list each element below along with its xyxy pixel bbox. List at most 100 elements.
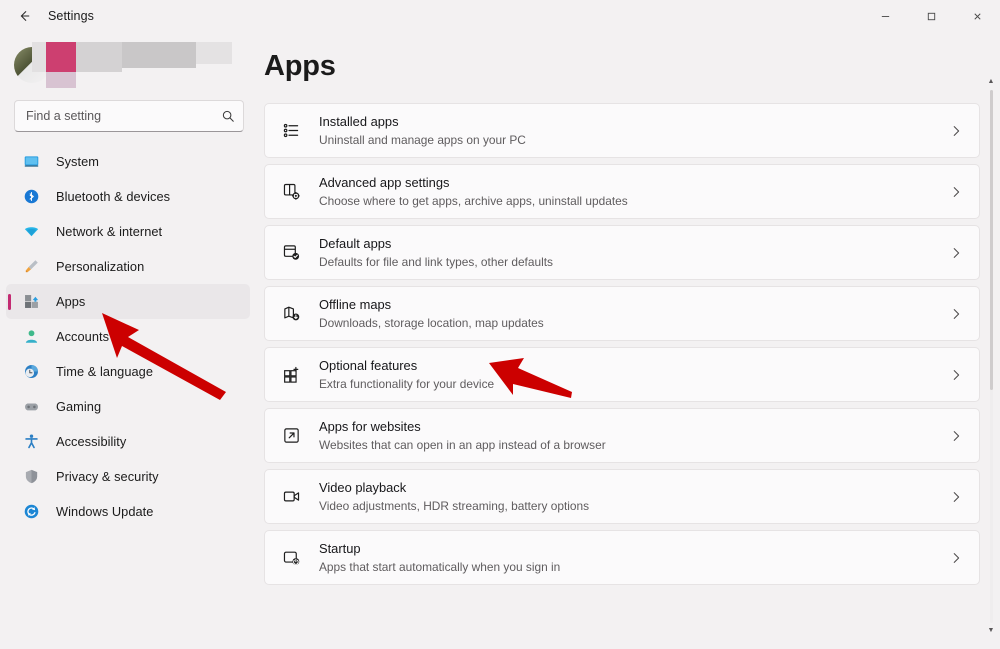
- vertical-scrollbar[interactable]: ▲ ▼: [985, 78, 997, 635]
- card-text: Offline maps Downloads, storage location…: [319, 297, 949, 331]
- apps-grid-icon: [20, 291, 42, 313]
- app-check-icon: [279, 241, 303, 265]
- card-subtitle: Apps that start automatically when you s…: [319, 559, 949, 575]
- sidebar-item-network-internet[interactable]: Network & internet: [6, 214, 250, 249]
- scrollbar-track[interactable]: [990, 90, 993, 623]
- card-subtitle: Downloads, storage location, map updates: [319, 315, 949, 331]
- search-input[interactable]: [26, 109, 221, 123]
- chevron-right-icon: [949, 368, 963, 382]
- sidebar-item-label: System: [56, 154, 99, 169]
- selection-accent-bar: [8, 294, 11, 310]
- chevron-right-icon: [949, 307, 963, 321]
- app-title: Settings: [48, 9, 94, 23]
- card-subtitle: Websites that can open in an app instead…: [319, 437, 949, 453]
- chevron-right-icon: [949, 124, 963, 138]
- card-text: Optional features Extra functionality fo…: [319, 358, 949, 392]
- close-icon: [972, 11, 983, 22]
- card-installed-apps[interactable]: Installed apps Uninstall and manage apps…: [264, 103, 980, 158]
- sidebar-item-windows-update[interactable]: Windows Update: [6, 494, 250, 529]
- sidebar-item-label: Accounts: [56, 329, 109, 344]
- sidebar-item-label: Personalization: [56, 259, 144, 274]
- card-advanced-app-settings[interactable]: Advanced app settings Choose where to ge…: [264, 164, 980, 219]
- sidebar-item-label: Time & language: [56, 364, 153, 379]
- card-subtitle: Uninstall and manage apps on your PC: [319, 132, 949, 148]
- sidebar-item-bluetooth-devices[interactable]: Bluetooth & devices: [6, 179, 250, 214]
- card-text: Default apps Defaults for file and link …: [319, 236, 949, 270]
- sidebar-item-label: Privacy & security: [56, 469, 159, 484]
- account-area[interactable]: [10, 36, 246, 94]
- card-title: Apps for websites: [319, 419, 949, 435]
- card-title: Optional features: [319, 358, 949, 374]
- map-download-icon: [279, 302, 303, 326]
- card-title: Offline maps: [319, 297, 949, 313]
- clock-globe-icon: [20, 361, 42, 383]
- open-external-icon: [279, 424, 303, 448]
- list-bullets-icon: [279, 119, 303, 143]
- shield-icon: [20, 466, 42, 488]
- back-arrow-icon: [17, 9, 31, 23]
- chevron-right-icon: [949, 429, 963, 443]
- card-text: Advanced app settings Choose where to ge…: [319, 175, 949, 209]
- paintbrush-icon: [20, 256, 42, 278]
- card-apps-for-websites[interactable]: Apps for websites Websites that can open…: [264, 408, 980, 463]
- person-icon: [20, 326, 42, 348]
- minimize-button[interactable]: [862, 0, 908, 32]
- sidebar: System Bluetooth & devices: [0, 32, 256, 641]
- sidebar-item-label: Gaming: [56, 399, 101, 414]
- card-title: Video playback: [319, 480, 949, 496]
- sidebar-item-gaming[interactable]: Gaming: [6, 389, 250, 424]
- sidebar-item-label: Windows Update: [56, 504, 153, 519]
- sidebar-nav: System Bluetooth & devices: [0, 144, 256, 529]
- card-startup[interactable]: Startup Apps that start automatically wh…: [264, 530, 980, 585]
- sidebar-item-time-language[interactable]: Time & language: [6, 354, 250, 389]
- window-bottom-strip: [0, 641, 1000, 649]
- window-body: System Bluetooth & devices: [0, 32, 1000, 641]
- card-text: Apps for websites Websites that can open…: [319, 419, 949, 453]
- chevron-right-icon: [949, 490, 963, 504]
- card-subtitle: Extra functionality for your device: [319, 376, 949, 392]
- maximize-icon: [926, 11, 937, 22]
- card-title: Default apps: [319, 236, 949, 252]
- card-video-playback[interactable]: Video playback Video adjustments, HDR st…: [264, 469, 980, 524]
- chevron-right-icon: [949, 246, 963, 260]
- sidebar-item-privacy-security[interactable]: Privacy & security: [6, 459, 250, 494]
- card-optional-features[interactable]: Optional features Extra functionality fo…: [264, 347, 980, 402]
- card-offline-maps[interactable]: Offline maps Downloads, storage location…: [264, 286, 980, 341]
- window-controls: [862, 0, 1000, 32]
- card-text: Startup Apps that start automatically wh…: [319, 541, 949, 575]
- sidebar-item-apps[interactable]: Apps: [6, 284, 250, 319]
- card-subtitle: Video adjustments, HDR streaming, batter…: [319, 498, 949, 514]
- search-icon: [221, 109, 235, 123]
- title-bar: Settings: [0, 0, 1000, 32]
- accessibility-icon: [20, 431, 42, 453]
- update-refresh-icon: [20, 501, 42, 523]
- gamepad-icon: [20, 396, 42, 418]
- monitor-icon: [20, 151, 42, 173]
- sidebar-item-label: Bluetooth & devices: [56, 189, 170, 204]
- scroll-down-arrow[interactable]: ▼: [988, 627, 995, 635]
- sidebar-item-accessibility[interactable]: Accessibility: [6, 424, 250, 459]
- card-subtitle: Defaults for file and link types, other …: [319, 254, 949, 270]
- page-title: Apps: [264, 50, 1000, 83]
- settings-card-list: Installed apps Uninstall and manage apps…: [264, 103, 1000, 585]
- maximize-button[interactable]: [908, 0, 954, 32]
- bluetooth-icon: [20, 186, 42, 208]
- redacted-account-info: [32, 42, 232, 88]
- sidebar-item-personalization[interactable]: Personalization: [6, 249, 250, 284]
- main-content: Apps Installed apps Uninstall and manage…: [256, 32, 1000, 641]
- search-box[interactable]: [14, 100, 244, 132]
- sidebar-item-label: Apps: [56, 294, 85, 309]
- scroll-up-arrow[interactable]: ▲: [988, 78, 995, 86]
- back-button[interactable]: [8, 1, 40, 31]
- sidebar-item-accounts[interactable]: Accounts: [6, 319, 250, 354]
- close-button[interactable]: [954, 0, 1000, 32]
- card-default-apps[interactable]: Default apps Defaults for file and link …: [264, 225, 980, 280]
- chevron-right-icon: [949, 551, 963, 565]
- grid-plus-icon: [279, 363, 303, 387]
- card-text: Video playback Video adjustments, HDR st…: [319, 480, 949, 514]
- sidebar-item-system[interactable]: System: [6, 144, 250, 179]
- scrollbar-thumb[interactable]: [990, 90, 993, 390]
- wifi-icon: [20, 221, 42, 243]
- minimize-icon: [880, 11, 891, 22]
- sidebar-item-label: Network & internet: [56, 224, 162, 239]
